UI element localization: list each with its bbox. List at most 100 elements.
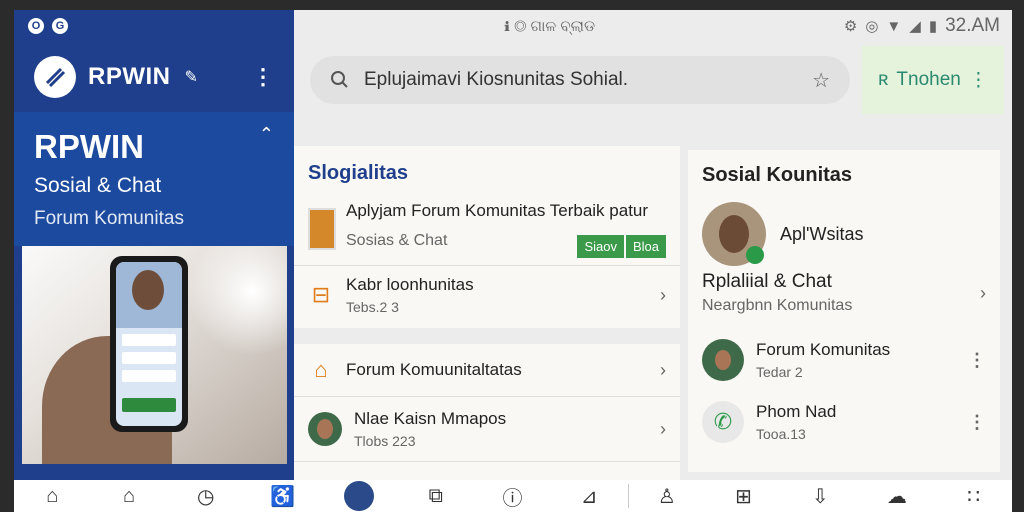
o-icon: O bbox=[28, 18, 44, 34]
profile-name: Apl'Wsitas bbox=[780, 223, 864, 244]
list-item[interactable]: ⌂ Forum Komuunitaltatas › bbox=[294, 344, 680, 396]
more-vertical-icon[interactable]: ⋮ bbox=[252, 64, 274, 90]
item-title: Aplyjam Forum Komunitas Terbaik patur bbox=[346, 200, 649, 220]
more-vertical-icon[interactable]: ⋮ bbox=[969, 69, 988, 92]
info-icon[interactable]: ⓘ bbox=[474, 482, 551, 511]
sidebar: RPWIN ✎ ⋮ RPWIN Sosial & Chat Forum Komu… bbox=[14, 42, 294, 512]
chat-title: Rplaliial & Chat bbox=[702, 271, 832, 292]
badge-bloa[interactable]: Bloa bbox=[625, 234, 666, 258]
status-time: 32.AM bbox=[945, 15, 1000, 36]
app-name: RPWIN bbox=[88, 63, 171, 90]
more-vertical-icon[interactable]: ⋮ bbox=[968, 350, 986, 371]
item-subtitle: Sosias & Chat bbox=[346, 232, 448, 249]
item-title: Phom Nad bbox=[756, 402, 837, 421]
avatar bbox=[308, 412, 342, 446]
hero-forum: Forum Komunitas bbox=[34, 208, 184, 229]
item-title: Nlae Kaisn Mmapos bbox=[354, 409, 507, 428]
more-vertical-icon[interactable]: ⋮ bbox=[968, 412, 986, 433]
hero-card[interactable]: RPWIN Sosial & Chat Forum Komunitas ⌃ bbox=[14, 112, 294, 246]
hero-photo bbox=[22, 246, 287, 464]
card-header: Sosial Kounitas bbox=[702, 164, 853, 186]
phone-icon: ✆ bbox=[702, 401, 744, 443]
shop-icon: ⊟ bbox=[311, 282, 331, 307]
item-subtitle: Tedar 2 bbox=[756, 364, 803, 380]
social-card: Slogialitas Aplyjam Forum Komunitas Terb… bbox=[294, 146, 680, 328]
chat-subtitle: Neargbnn Komunitas bbox=[702, 297, 853, 314]
search-icon[interactable] bbox=[330, 70, 350, 90]
chevron-right-icon[interactable]: › bbox=[660, 285, 666, 306]
community-card: Sosial Kounitas Apl'Wsitas Rplaliial & C… bbox=[688, 150, 1000, 472]
home-icon[interactable]: ⌂ bbox=[14, 485, 91, 508]
hero-subtitle: Sosial & Chat bbox=[34, 174, 162, 197]
chat-row[interactable]: Rplaliial & Chat Neargbnn Komunitas › bbox=[688, 271, 1000, 315]
app-logo-icon[interactable] bbox=[34, 56, 76, 98]
person-icon[interactable]: ♙ bbox=[629, 484, 706, 509]
screen: O G ℹ ◎ ଗାଳ ବ୍ଲାଡ ⚙ ◎ ▼ ◢ ▮ 32.AM RPWIN … bbox=[14, 10, 1012, 512]
trend-button[interactable]: ʀ Tnohen ⋮ bbox=[862, 46, 1004, 114]
status-left: O G bbox=[14, 10, 294, 42]
sidebar-header: RPWIN ✎ ⋮ bbox=[14, 42, 294, 112]
chevron-right-icon[interactable]: › bbox=[660, 419, 666, 440]
item-subtitle: Tooa.13 bbox=[756, 426, 806, 442]
share-icon[interactable]: ⧉ bbox=[397, 485, 474, 508]
avatar bbox=[702, 339, 744, 381]
list-item[interactable]: Forum Komunitas Tedar 2 ⋮ bbox=[688, 329, 1000, 391]
search-bar[interactable]: Eplujaimavi Kiosnunitas Sohial. ☆ bbox=[310, 56, 850, 104]
trend-icon: ʀ bbox=[878, 69, 889, 90]
search-input[interactable]: Eplujaimavi Kiosnunitas Sohial. bbox=[364, 69, 798, 91]
phone-screen bbox=[116, 262, 182, 426]
divider bbox=[294, 461, 680, 462]
g-icon: G bbox=[52, 18, 68, 34]
phone-row bbox=[122, 352, 176, 364]
profile-row[interactable]: Apl'Wsitas bbox=[688, 201, 1000, 267]
item-title: Forum Komunitas bbox=[756, 340, 891, 359]
sync-icon: ◎ bbox=[865, 18, 879, 35]
chevron-right-icon[interactable]: › bbox=[660, 360, 666, 381]
bottom-nav: ⌂ ⌂ ◷ ♿ ⧉ ⓘ ⊿ ♙ ⊞ ⇩ ☁ ∷ bbox=[14, 480, 1012, 512]
badge-show[interactable]: Siaov bbox=[577, 234, 624, 258]
home-orange-icon: ⌂ bbox=[314, 357, 328, 382]
wifi-icon: ▼ bbox=[886, 17, 902, 35]
alarm-icon: ⚙ bbox=[843, 18, 858, 35]
grid-icon[interactable]: ⊞ bbox=[705, 484, 782, 509]
badge-group: Siaov Bloa bbox=[577, 234, 666, 258]
clock-icon[interactable]: ◷ bbox=[167, 484, 244, 509]
light-glow bbox=[187, 246, 287, 356]
phone-button bbox=[122, 398, 176, 412]
thumbnail bbox=[308, 208, 336, 250]
list-item[interactable]: ⊟ Kabr loonhunitas Tebs.2 3 › bbox=[294, 266, 680, 324]
item-subtitle: Tlobs 223 bbox=[354, 433, 416, 449]
phone-row bbox=[122, 370, 176, 382]
edit-icon[interactable]: ✎ bbox=[185, 67, 198, 87]
chevron-up-icon[interactable]: ⌃ bbox=[259, 124, 274, 145]
battery-icon: ▮ bbox=[928, 18, 938, 35]
list-item[interactable]: Nlae Kaisn Mmapos Tlobs 223 › bbox=[294, 397, 680, 461]
avatar-nav[interactable] bbox=[321, 481, 398, 511]
home-alt-icon[interactable]: ⌂ bbox=[91, 485, 168, 508]
card-header: Slogialitas bbox=[308, 162, 409, 184]
chevron-right-icon[interactable]: › bbox=[980, 283, 986, 304]
item-title: Forum Komuunitaltatas bbox=[346, 360, 522, 379]
download-icon[interactable]: ⇩ bbox=[782, 484, 859, 509]
item-title: Kabr loonhunitas bbox=[346, 275, 474, 294]
cloud-icon[interactable]: ☁ bbox=[859, 484, 936, 509]
phone-row bbox=[122, 334, 176, 346]
accessibility-icon[interactable]: ♿ bbox=[244, 484, 321, 509]
folder-icon[interactable]: ⊿ bbox=[551, 484, 628, 509]
verified-icon bbox=[746, 246, 764, 264]
signal-icon: ◢ bbox=[909, 18, 921, 35]
item-subtitle: Tebs.2 3 bbox=[346, 299, 399, 315]
status-center-text: ℹ ◎ ଗାଳ ବ୍ଲାଡ bbox=[504, 17, 596, 35]
status-right: ℹ ◎ ଗାଳ ବ୍ଲାଡ ⚙ ◎ ▼ ◢ ▮ 32.AM bbox=[294, 10, 1012, 42]
list-item[interactable]: ✆ Phom Nad Tooa.13 ⋮ bbox=[688, 391, 1000, 453]
trend-label: Tnohen bbox=[896, 69, 961, 90]
hero-title: RPWIN bbox=[34, 128, 144, 165]
more-grid-icon[interactable]: ∷ bbox=[935, 484, 1012, 509]
phone-portrait bbox=[116, 262, 182, 328]
star-icon[interactable]: ☆ bbox=[812, 68, 830, 93]
list-item[interactable]: Aplyjam Forum Komunitas Terbaik patur So… bbox=[294, 199, 680, 259]
profile-avatar bbox=[702, 202, 766, 266]
phone-illustration bbox=[110, 256, 188, 432]
status-icons: ⚙ ◎ ▼ ◢ ▮ 32.AM bbox=[844, 15, 1000, 37]
status-bar: O G ℹ ◎ ଗାଳ ବ୍ଲାଡ ⚙ ◎ ▼ ◢ ▮ 32.AM bbox=[14, 10, 1012, 42]
